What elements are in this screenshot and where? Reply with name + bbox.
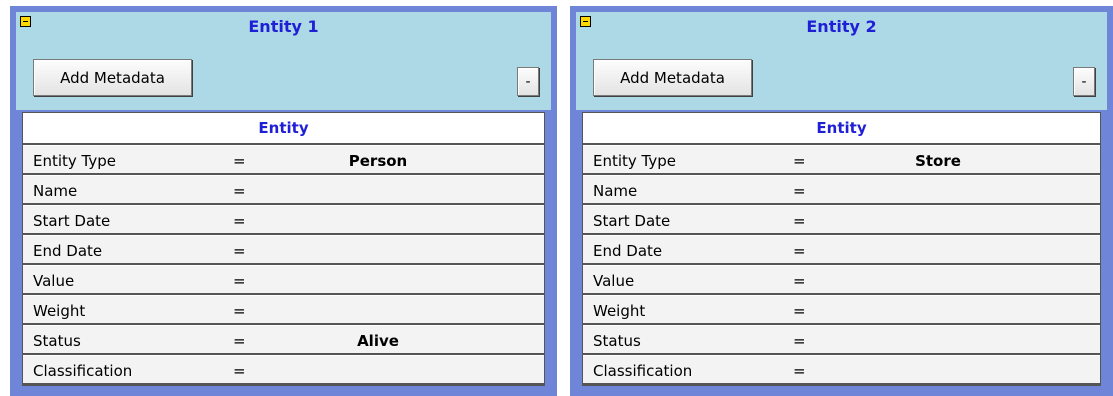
table-row-value: Value = xyxy=(23,265,544,295)
table-row-value: Value = xyxy=(583,265,1100,295)
row-value[interactable]: Store xyxy=(878,146,998,176)
row-value[interactable]: Alive xyxy=(318,326,438,356)
row-equals: = xyxy=(793,182,806,200)
row-label: Start Date xyxy=(33,212,111,230)
add-metadata-button[interactable]: Add Metadata xyxy=(33,59,192,96)
row-label: Status xyxy=(593,332,641,350)
entity-panel-1: Entity 1 Add Metadata - Entity Entity Ty… xyxy=(10,6,557,396)
table-row-name: Name = xyxy=(583,175,1100,205)
table-row-classification: Classification = xyxy=(583,355,1100,385)
row-label: Value xyxy=(593,272,635,290)
remove-button[interactable]: - xyxy=(1073,67,1095,96)
row-equals: = xyxy=(233,182,246,200)
table-row-classification: Classification = xyxy=(23,355,544,385)
row-label: End Date xyxy=(33,242,103,260)
row-equals: = xyxy=(793,212,806,230)
row-equals: = xyxy=(793,272,806,290)
table-row-status: Status = Alive xyxy=(23,325,544,355)
table-row-entity-type: Entity Type = Person xyxy=(23,145,544,175)
row-label: Entity Type xyxy=(33,152,117,170)
row-equals: = xyxy=(233,272,246,290)
table-row-start-date: Start Date = xyxy=(583,205,1100,235)
table-row-start-date: Start Date = xyxy=(23,205,544,235)
table-header: Entity xyxy=(583,113,1100,145)
table-row-weight: Weight = xyxy=(583,295,1100,325)
row-equals: = xyxy=(793,362,806,380)
row-label: Name xyxy=(593,182,638,200)
row-label: Value xyxy=(33,272,75,290)
add-metadata-button[interactable]: Add Metadata xyxy=(593,59,752,96)
table-row-status: Status = xyxy=(583,325,1100,355)
table-row-entity-type: Entity Type = Store xyxy=(583,145,1100,175)
remove-button[interactable]: - xyxy=(517,67,539,96)
row-equals: = xyxy=(793,332,806,350)
row-equals: = xyxy=(233,212,246,230)
row-equals: = xyxy=(233,332,246,350)
row-label: End Date xyxy=(593,242,663,260)
row-value[interactable]: Person xyxy=(318,146,438,176)
table-row-end-date: End Date = xyxy=(23,235,544,265)
row-label: Name xyxy=(33,182,78,200)
row-equals: = xyxy=(233,362,246,380)
row-label: Status xyxy=(33,332,81,350)
row-label: Weight xyxy=(33,302,86,320)
table-row-end-date: End Date = xyxy=(583,235,1100,265)
row-equals: = xyxy=(793,242,806,260)
row-label: Weight xyxy=(593,302,646,320)
row-label: Entity Type xyxy=(593,152,677,170)
row-equals: = xyxy=(233,242,246,260)
row-label: Classification xyxy=(33,362,133,380)
entity-panel-2: Entity 2 Add Metadata - Entity Entity Ty… xyxy=(570,6,1113,396)
row-equals: = xyxy=(233,152,246,170)
row-equals: = xyxy=(793,302,806,320)
entity-title: Entity 1 xyxy=(248,17,319,36)
row-label: Start Date xyxy=(593,212,671,230)
table-header: Entity xyxy=(23,113,544,145)
table-row-name: Name = xyxy=(23,175,544,205)
entity-panel-header: Entity 1 Add Metadata - xyxy=(16,12,551,110)
table-row-weight: Weight = xyxy=(23,295,544,325)
entity-panel-header: Entity 2 Add Metadata - xyxy=(576,12,1107,110)
entity-table: Entity Entity Type = Store Name = Start … xyxy=(582,112,1101,386)
row-equals: = xyxy=(793,152,806,170)
row-equals: = xyxy=(233,302,246,320)
entity-table: Entity Entity Type = Person Name = Start… xyxy=(22,112,545,386)
row-label: Classification xyxy=(593,362,693,380)
entity-title: Entity 2 xyxy=(806,17,877,36)
